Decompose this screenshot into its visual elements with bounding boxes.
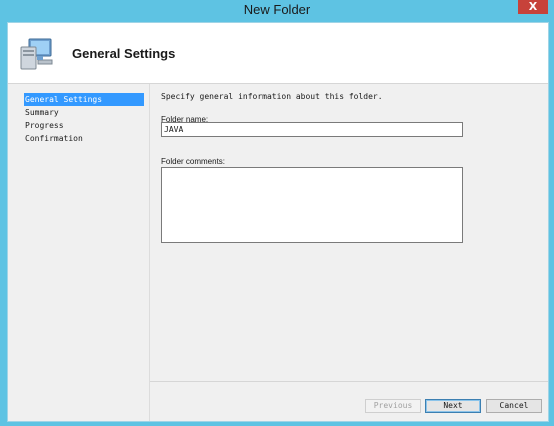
page-description: Specify general information about this f… <box>161 92 383 101</box>
next-button[interactable]: Next <box>425 399 481 413</box>
sidebar-item-summary[interactable]: Summary <box>24 106 144 119</box>
computer-icon <box>20 38 53 70</box>
wizard-footer: Previous Next Cancel <box>150 381 548 421</box>
sidebar-item-general-settings[interactable]: General Settings <box>24 93 144 106</box>
window-title: New Folder <box>243 2 311 17</box>
folder-comments-field[interactable] <box>161 167 463 243</box>
cancel-button[interactable]: Cancel <box>486 399 542 413</box>
close-button[interactable]: X <box>518 0 548 14</box>
folder-name-field[interactable]: JAVA <box>161 122 463 137</box>
wizard-header: General Settings <box>8 23 548 84</box>
sidebar-item-progress[interactable]: Progress <box>24 119 144 132</box>
title-bar[interactable]: New Folder X <box>0 0 554 22</box>
general-settings-panel: Specify general information about this f… <box>150 84 548 381</box>
page-title: General Settings <box>72 46 176 61</box>
wizard-steps-sidebar: General Settings Summary Progress Confir… <box>8 84 150 421</box>
sidebar-item-confirmation[interactable]: Confirmation <box>24 132 144 145</box>
wizard-client-area: General Settings General Settings Summar… <box>7 22 549 422</box>
new-folder-window: New Folder X General Settings General Se… <box>0 0 554 426</box>
folder-comments-label: Folder comments: <box>161 157 226 166</box>
previous-button[interactable]: Previous <box>365 399 421 413</box>
